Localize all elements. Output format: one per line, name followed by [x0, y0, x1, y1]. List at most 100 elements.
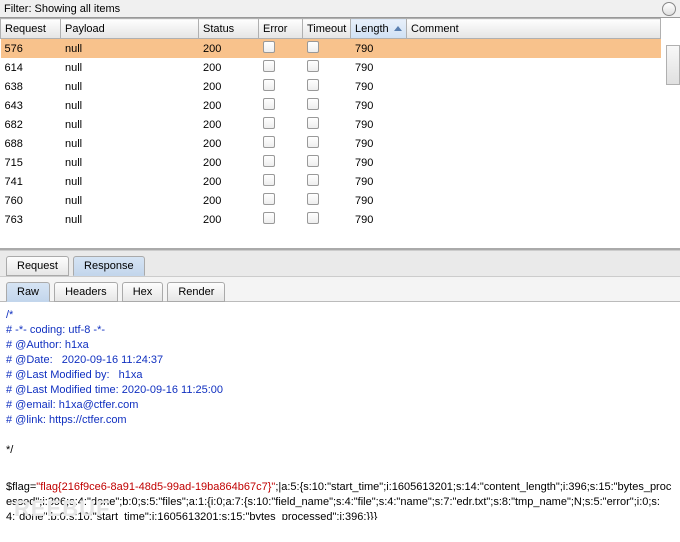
cell-status: 200 — [199, 210, 259, 229]
cell-error — [259, 58, 303, 77]
table-row[interactable]: 763null200790 — [1, 210, 661, 229]
cell-length: 790 — [351, 58, 407, 77]
response-line: # @link: https://ctfer.com — [6, 413, 674, 428]
response-line: # @Author: h1xa — [6, 338, 674, 353]
cell-error — [259, 77, 303, 96]
filter-label: Filter: Showing all items — [4, 3, 120, 15]
cell-status: 200 — [199, 172, 259, 191]
cell-timeout — [303, 96, 351, 115]
cell-request: 763 — [1, 210, 61, 229]
cell-length: 790 — [351, 134, 407, 153]
cell-error — [259, 134, 303, 153]
response-line — [6, 428, 674, 443]
vertical-scrollbar[interactable] — [666, 45, 680, 85]
cell-length: 790 — [351, 153, 407, 172]
table-row[interactable]: 576null200790 — [1, 39, 661, 59]
cell-status: 200 — [199, 77, 259, 96]
cell-request: 682 — [1, 115, 61, 134]
response-line: # -*- coding: utf-8 -*- — [6, 323, 674, 338]
cell-error — [259, 39, 303, 59]
cell-request: 741 — [1, 172, 61, 191]
cell-comment — [407, 210, 661, 229]
checkbox-icon — [307, 98, 319, 110]
table-row[interactable]: 688null200790 — [1, 134, 661, 153]
checkbox-icon — [307, 136, 319, 148]
checkbox-icon — [263, 193, 275, 205]
cell-payload: null — [61, 77, 199, 96]
cell-payload: null — [61, 210, 199, 229]
col-comment[interactable]: Comment — [407, 19, 661, 39]
cell-payload: null — [61, 96, 199, 115]
cell-error — [259, 96, 303, 115]
tab-request[interactable]: Request — [6, 256, 69, 276]
view-tabs: Raw Headers Hex Render — [0, 276, 680, 302]
response-body[interactable]: /*# -*- coding: utf-8 -*-# @Author: h1xa… — [0, 302, 680, 520]
cell-length: 790 — [351, 96, 407, 115]
cell-status: 200 — [199, 115, 259, 134]
table-row[interactable]: 614null200790 — [1, 58, 661, 77]
cell-status: 200 — [199, 58, 259, 77]
cell-timeout — [303, 172, 351, 191]
cell-comment — [407, 96, 661, 115]
results-grid: Request Payload Status Error Timeout Len… — [0, 18, 680, 250]
results-scroll[interactable]: Request Payload Status Error Timeout Len… — [0, 18, 680, 248]
response-line: */ — [6, 443, 674, 458]
cell-request: 576 — [1, 39, 61, 59]
cell-request: 688 — [1, 134, 61, 153]
response-line: # @Last Modified time: 2020-09-16 11:25:… — [6, 383, 674, 398]
cell-comment — [407, 39, 661, 59]
cell-request: 715 — [1, 153, 61, 172]
cell-payload: null — [61, 115, 199, 134]
cell-timeout — [303, 210, 351, 229]
cell-comment — [407, 115, 661, 134]
cell-request: 643 — [1, 96, 61, 115]
tab-response[interactable]: Response — [73, 256, 145, 276]
col-timeout[interactable]: Timeout — [303, 19, 351, 39]
cell-status: 200 — [199, 39, 259, 59]
tab-render[interactable]: Render — [167, 282, 225, 302]
col-length[interactable]: Length — [351, 19, 407, 39]
tab-headers[interactable]: Headers — [54, 282, 118, 302]
checkbox-icon — [307, 60, 319, 72]
tab-hex[interactable]: Hex — [122, 282, 164, 302]
col-error[interactable]: Error — [259, 19, 303, 39]
checkbox-icon — [263, 174, 275, 186]
filter-config-button[interactable] — [662, 2, 676, 16]
sort-asc-icon — [394, 26, 402, 31]
filter-bar[interactable]: Filter: Showing all items — [0, 0, 680, 18]
checkbox-icon — [307, 79, 319, 91]
cell-comment — [407, 134, 661, 153]
cell-payload: null — [61, 134, 199, 153]
table-row[interactable]: 760null200790 — [1, 191, 661, 210]
cell-error — [259, 153, 303, 172]
cell-length: 790 — [351, 39, 407, 59]
checkbox-icon — [307, 174, 319, 186]
message-tabs: Request Response — [0, 250, 680, 276]
cell-status: 200 — [199, 153, 259, 172]
col-payload[interactable]: Payload — [61, 19, 199, 39]
table-row[interactable]: 643null200790 — [1, 96, 661, 115]
col-request[interactable]: Request — [1, 19, 61, 39]
cell-comment — [407, 58, 661, 77]
cell-comment — [407, 77, 661, 96]
cell-error — [259, 210, 303, 229]
response-line: # @email: h1xa@ctfer.com — [6, 398, 674, 413]
checkbox-icon — [263, 98, 275, 110]
checkbox-icon — [307, 41, 319, 53]
col-status[interactable]: Status — [199, 19, 259, 39]
tab-raw[interactable]: Raw — [6, 282, 50, 302]
cell-comment — [407, 153, 661, 172]
cell-length: 790 — [351, 172, 407, 191]
checkbox-icon — [263, 155, 275, 167]
checkbox-icon — [263, 117, 275, 129]
table-row[interactable]: 741null200790 — [1, 172, 661, 191]
table-row[interactable]: 682null200790 — [1, 115, 661, 134]
table-row[interactable]: 638null200790 — [1, 77, 661, 96]
checkbox-icon — [307, 212, 319, 224]
flag-output: $flag="flag{216f9ce6-8a91-48d5-99ad-19ba… — [6, 480, 674, 520]
checkbox-icon — [307, 117, 319, 129]
table-row[interactable]: 715null200790 — [1, 153, 661, 172]
checkbox-icon — [307, 155, 319, 167]
cell-timeout — [303, 77, 351, 96]
cell-payload: null — [61, 58, 199, 77]
